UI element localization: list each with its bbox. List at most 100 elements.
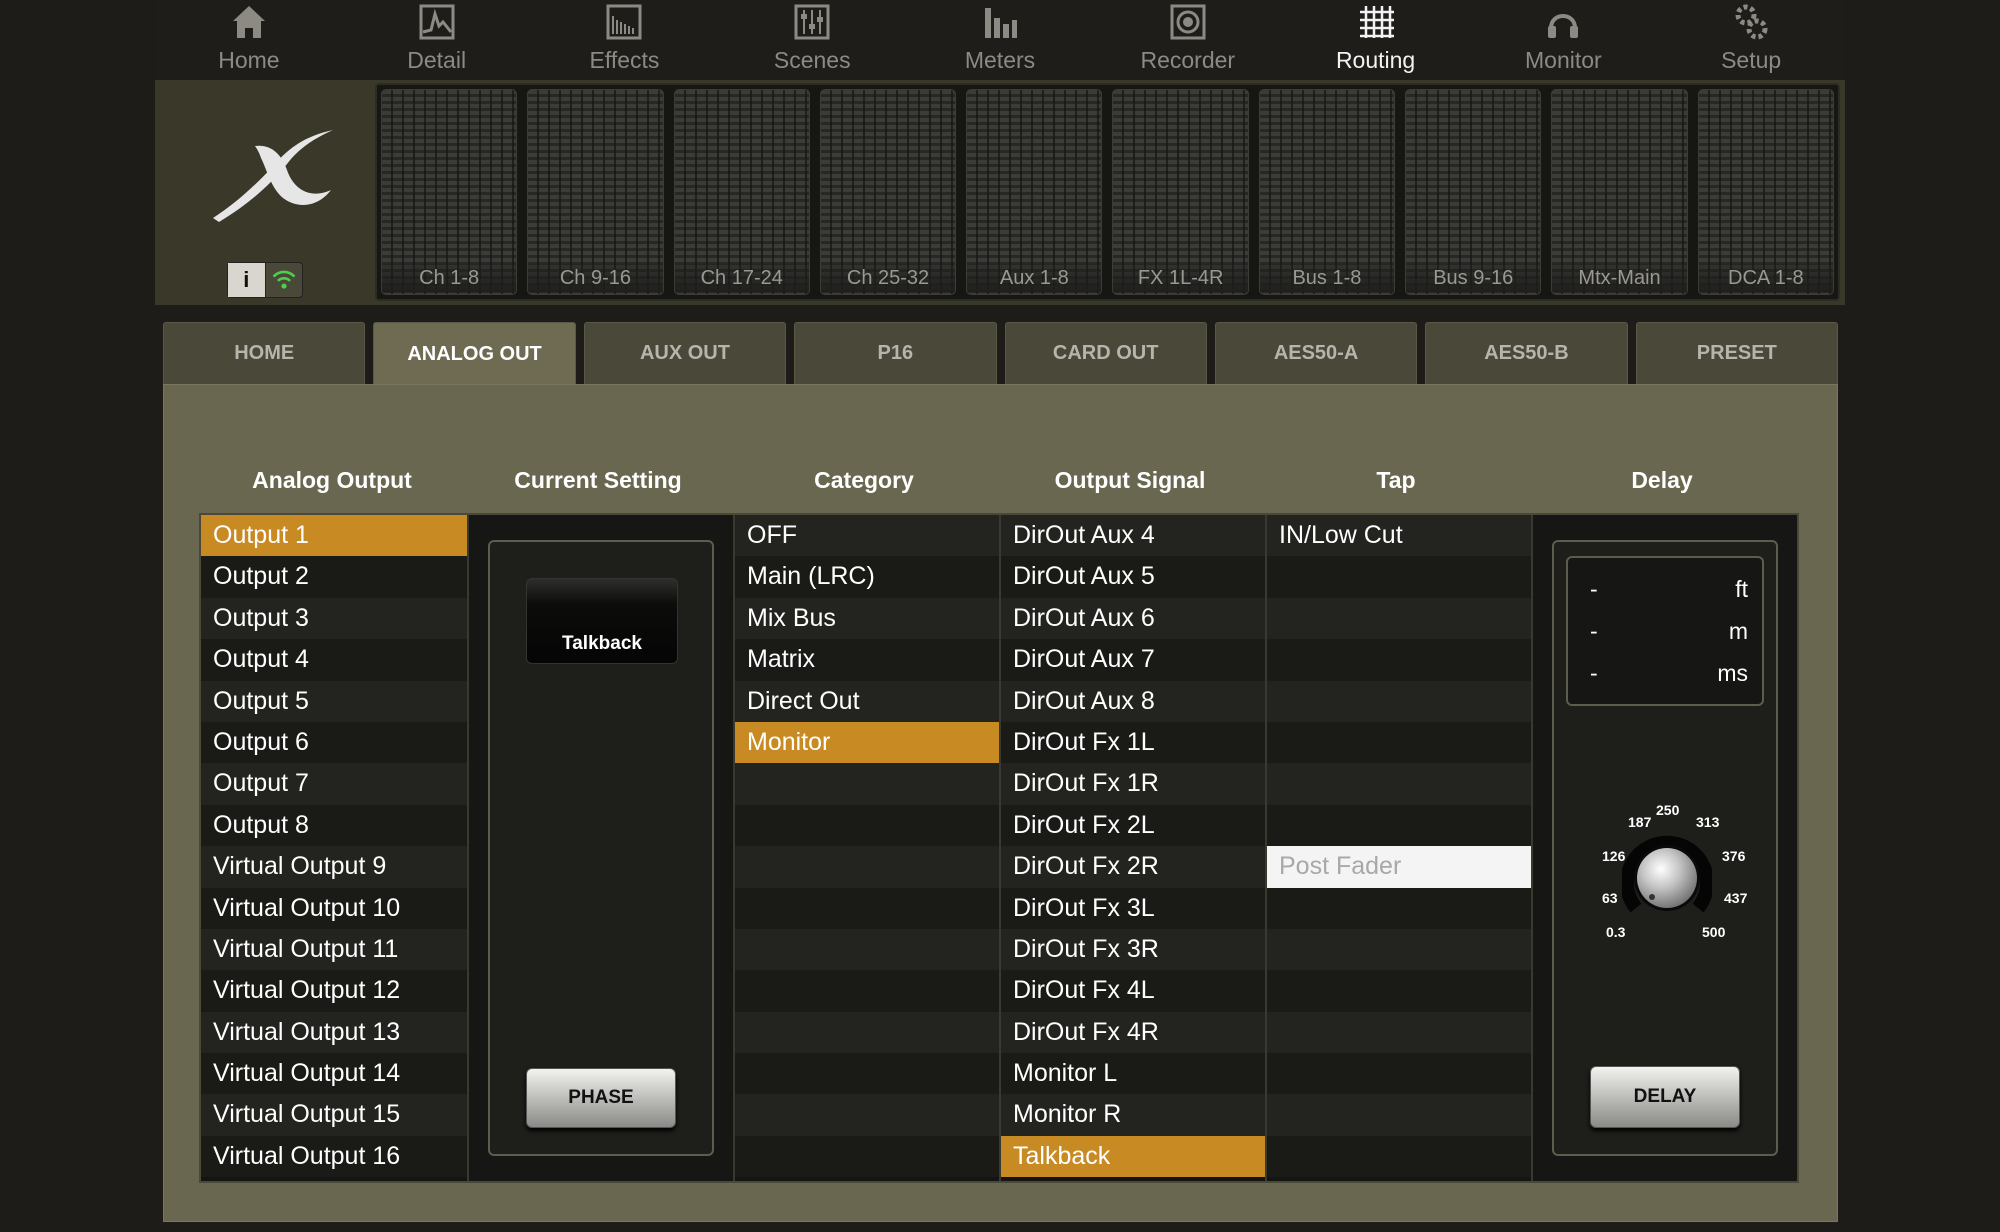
category-empty-row [735, 846, 999, 888]
delay-m-row: -m [1590, 617, 1748, 644]
tab-home[interactable]: HOME [163, 322, 366, 384]
tap-item[interactable]: IN/Low Cut [1267, 515, 1531, 557]
nav-routing[interactable]: Routing [1282, 0, 1470, 80]
nav-home[interactable]: Home [155, 0, 343, 80]
nav-recorder[interactable]: Recorder [1094, 0, 1282, 80]
analog-output-item[interactable]: Output 3 [201, 597, 467, 640]
analog-output-item[interactable]: Virtual Output 15 [201, 1094, 467, 1136]
analog-output-item[interactable]: Virtual Output 16 [201, 1135, 467, 1178]
nav-effects[interactable]: Effects [531, 0, 719, 80]
strip-ch-9-16[interactable]: Ch 9-16 [527, 89, 664, 295]
output-signal-item[interactable]: DirOut Fx 3R [1001, 928, 1265, 971]
tap-row [1267, 763, 1531, 805]
output-signal-item[interactable]: Monitor L [1001, 1053, 1265, 1095]
header-tap: Tap [1376, 467, 1416, 493]
nav-meters[interactable]: Meters [906, 0, 1094, 80]
tap-row [1267, 1011, 1531, 1054]
tap-row [1267, 887, 1531, 929]
tab-card-out[interactable]: CARD OUT [1004, 322, 1207, 384]
analog-output-item[interactable]: Virtual Output 14 [201, 1053, 467, 1095]
delay-knob[interactable] [1622, 820, 1712, 930]
tap-item-selected[interactable]: Post Fader [1267, 846, 1531, 888]
output-signal-item[interactable]: DirOut Aux 6 [1001, 597, 1265, 640]
tab-aes50-b[interactable]: AES50-B [1425, 322, 1628, 384]
analog-output-item[interactable]: Virtual Output 11 [201, 928, 467, 971]
analog-output-item[interactable]: Output 4 [201, 639, 467, 681]
tap-row [1267, 639, 1531, 681]
tap-row [1267, 556, 1531, 598]
category-list: OFF Main (LRC) Mix Bus Matrix Direct Out Moni… [733, 515, 999, 1181]
record-icon [1170, 4, 1206, 40]
knob-tick: 250 [1656, 802, 1680, 818]
analog-output-item[interactable]: Output 1 [201, 515, 467, 557]
output-signal-item[interactable]: Monitor R [1001, 1094, 1265, 1136]
category-empty-row [735, 928, 999, 971]
output-signal-list: DirOut Aux 4 DirOut Aux 5 DirOut Aux 6 DirO… [999, 515, 1265, 1181]
analog-output-item[interactable]: Virtual Output 12 [201, 970, 467, 1012]
analog-output-item[interactable]: Output 6 [201, 721, 467, 764]
output-signal-item[interactable]: DirOut Aux 4 [1001, 515, 1265, 557]
category-item[interactable]: Main (LRC) [735, 556, 999, 598]
header-output-signal: Output Signal [1054, 467, 1206, 493]
category-item[interactable]: Direct Out [735, 680, 999, 722]
strip-bus-1-8[interactable]: Bus 1-8 [1258, 89, 1396, 295]
strip-bus-9-16[interactable]: Bus 9-16 [1405, 89, 1542, 295]
strip-fx-1l-4r[interactable]: FX 1L-4R [1112, 89, 1249, 295]
tab-p16[interactable]: P16 [794, 322, 997, 384]
phase-button[interactable]: PHASE [526, 1068, 676, 1128]
analog-output-item[interactable]: Output 2 [201, 556, 467, 598]
app-window: Home Detail Effects Scenes Meters Record… [0, 0, 2000, 1232]
output-signal-item[interactable]: DirOut Fx 4R [1001, 1011, 1265, 1054]
strip-dca-1-8[interactable]: DCA 1-8 [1697, 89, 1834, 295]
tap-row [1267, 597, 1531, 640]
output-signal-item[interactable]: DirOut Fx 4L [1001, 970, 1265, 1012]
routing-table: Output 1 Output 2 Output 3 Output 4 Output 5… [199, 513, 1799, 1183]
analog-output-item[interactable]: Output 8 [201, 804, 467, 847]
output-signal-item[interactable]: DirOut Fx 1R [1001, 763, 1265, 805]
output-signal-item[interactable]: DirOut Aux 8 [1001, 680, 1265, 722]
meters-icon [985, 8, 1018, 38]
delay-ft-row: - ft [1590, 575, 1748, 602]
category-item[interactable]: OFF [735, 515, 999, 557]
category-item[interactable]: Monitor [735, 721, 999, 764]
nav-monitor[interactable]: Monitor [1469, 0, 1657, 80]
output-signal-item[interactable]: DirOut Fx 3L [1001, 887, 1265, 929]
tab-aes50-a[interactable]: AES50-A [1214, 322, 1418, 384]
knob-tick: 376 [1722, 848, 1746, 864]
category-item[interactable]: Mix Bus [735, 597, 999, 640]
category-empty-row [735, 887, 999, 929]
tab-aux-out[interactable]: AUX OUT [583, 322, 787, 384]
analog-output-item[interactable]: Output 5 [201, 680, 467, 722]
analog-output-item[interactable]: Virtual Output 9 [201, 846, 467, 888]
analog-output-item[interactable]: Output 7 [201, 763, 467, 805]
delay-button[interactable]: DELAY [1590, 1066, 1740, 1128]
routing-tabs: HOME ANALOG OUT AUX OUT P16 CARD OUT AES… [163, 322, 1838, 386]
strip-ch-25-32[interactable]: Ch 25-32 [819, 89, 957, 295]
header-category: Category [814, 467, 914, 493]
category-item[interactable]: Matrix [735, 639, 999, 681]
output-signal-item[interactable]: DirOut Fx 1L [1001, 721, 1265, 764]
output-signal-item[interactable]: DirOut Fx 2L [1001, 804, 1265, 847]
strip-ch-17-24[interactable]: Ch 17-24 [673, 89, 810, 295]
channel-strip-selector: Ch 1-8 Ch 9-16 Ch 17-24 Ch 25-32 Aux 1-8… [375, 83, 1840, 301]
output-signal-item[interactable]: Talkback [1001, 1135, 1265, 1178]
delay-ms-row: - ms [1590, 659, 1748, 686]
output-signal-item[interactable]: DirOut Aux 7 [1001, 639, 1265, 681]
tab-analog-out[interactable]: ANALOG OUT [373, 322, 576, 386]
output-signal-item[interactable]: DirOut Fx 2R [1001, 846, 1265, 888]
tap-row [1267, 970, 1531, 1012]
analog-output-item[interactable]: Virtual Output 13 [201, 1011, 467, 1054]
knob-tick: 437 [1724, 890, 1748, 906]
category-empty-row [735, 1094, 999, 1136]
strip-mtx-main[interactable]: Mtx-Main [1551, 89, 1688, 295]
info-icon[interactable]: i [228, 263, 266, 297]
nav-setup[interactable]: Setup [1657, 0, 1845, 80]
analog-output-item[interactable]: Virtual Output 10 [201, 887, 467, 929]
tab-preset[interactable]: PRESET [1635, 322, 1838, 384]
strip-aux-1-8[interactable]: Aux 1-8 [966, 89, 1103, 295]
nav-detail[interactable]: Detail [343, 0, 531, 80]
nav-scenes[interactable]: Scenes [718, 0, 906, 80]
header-delay: Delay [1631, 467, 1693, 493]
output-signal-item[interactable]: DirOut Aux 5 [1001, 556, 1265, 598]
strip-ch-1-8[interactable]: Ch 1-8 [381, 89, 518, 295]
